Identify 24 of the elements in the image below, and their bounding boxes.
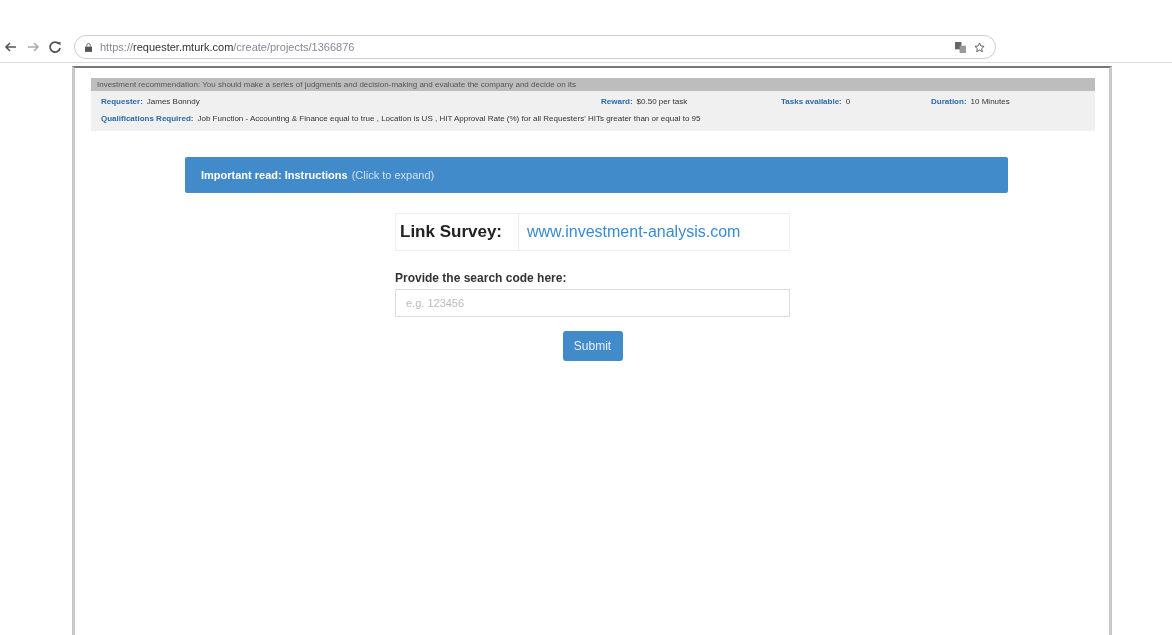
code-label: Provide the search code here:: [395, 271, 568, 285]
hit-description: Investment recommendation: You should make a series of judgments and decision-making and evaluate the company and decide on its: [91, 78, 1095, 91]
field-value: James Bonndy: [146, 97, 200, 106]
reload-icon[interactable]: [48, 40, 62, 54]
survey-label: Link Survey:: [396, 214, 519, 250]
instructions-title: Important read: Instructions: [201, 169, 348, 181]
field-label: Tasks available:: [781, 97, 842, 106]
field-value: Job Function - Accounting & Finance equal to true , Location is US , HIT Approval Rate (%) for all Requesters' HITs greater than or equal to 95: [197, 114, 701, 123]
field-value: 0: [845, 97, 851, 106]
back-icon[interactable]: [4, 40, 18, 54]
translate-icon[interactable]: [955, 41, 966, 53]
field-label: Reward:: [601, 97, 633, 106]
submit-button[interactable]: Submit: [562, 331, 623, 361]
field-label: Duration:: [931, 97, 967, 106]
lock-icon: [85, 42, 92, 52]
field-label: Qualifications Required:: [101, 114, 194, 123]
field-value: 10 Minutes: [970, 97, 1010, 106]
instructions-panel[interactable]: Important read: Instructions (Click to expand): [185, 157, 1008, 193]
field-label: Requester:: [101, 97, 143, 106]
field-value: $0.50 per task: [636, 97, 688, 106]
code-input[interactable]: e.g. 123456: [395, 289, 790, 317]
star-icon[interactable]: [974, 41, 985, 53]
survey-link[interactable]: www.investment-analysis.com: [519, 223, 741, 241]
expand-hint: (Click to expand): [351, 169, 435, 181]
